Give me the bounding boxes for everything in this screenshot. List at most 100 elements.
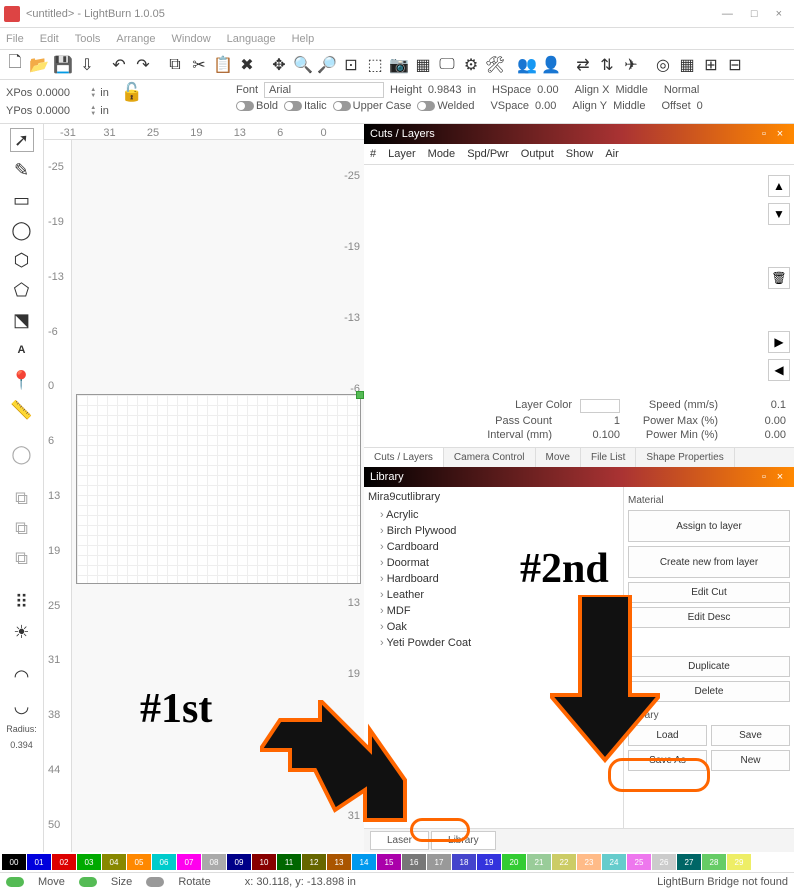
shape-tool-icon[interactable]: ⬔ bbox=[10, 308, 34, 332]
grid2-icon[interactable]: ⊞ bbox=[700, 54, 722, 76]
lib-close-icon[interactable]: × bbox=[772, 471, 788, 483]
color-swatch[interactable]: 05 bbox=[127, 854, 151, 870]
arc1-icon[interactable]: ◠ bbox=[10, 664, 34, 688]
color-swatch[interactable]: 11 bbox=[277, 854, 301, 870]
panel-undock-icon[interactable]: ▫ bbox=[756, 128, 772, 140]
layer-right-button[interactable]: ▶ bbox=[768, 331, 790, 353]
new-icon[interactable]: 🗋 bbox=[4, 54, 26, 76]
new-button[interactable]: New bbox=[711, 750, 790, 771]
cut-icon[interactable]: ✂ bbox=[188, 54, 210, 76]
color-swatch[interactable]: 13 bbox=[327, 854, 351, 870]
mirror-v-icon[interactable]: ⇅ bbox=[596, 54, 618, 76]
menu-arrange[interactable]: Arrange bbox=[116, 33, 155, 45]
xpos-value[interactable]: 0.0000 bbox=[36, 87, 86, 99]
save-icon[interactable]: 💾 bbox=[52, 54, 74, 76]
ypos-spinner[interactable]: ▲▼ bbox=[90, 105, 96, 117]
work-area[interactable] bbox=[76, 394, 361, 584]
weld2-icon[interactable]: ⧉ bbox=[10, 516, 34, 540]
rotate-toggle[interactable] bbox=[146, 877, 164, 887]
library-item[interactable]: Birch Plywood bbox=[368, 523, 619, 539]
color-swatch[interactable]: 21 bbox=[527, 854, 551, 870]
color-swatch[interactable]: 20 bbox=[502, 854, 526, 870]
color-swatch[interactable]: 04 bbox=[102, 854, 126, 870]
load-button[interactable]: Load bbox=[628, 725, 707, 746]
tab-move[interactable]: Move bbox=[536, 448, 581, 467]
tab-camera-control[interactable]: Camera Control bbox=[444, 448, 536, 467]
menu-tools[interactable]: Tools bbox=[75, 33, 101, 45]
zoom-in-icon[interactable]: 🔍 bbox=[292, 54, 314, 76]
offset-tool-icon[interactable]: ◯ bbox=[10, 442, 34, 466]
layer-up-button[interactable]: ▲ bbox=[768, 175, 790, 197]
preview-icon[interactable]: ▦ bbox=[412, 54, 434, 76]
color-swatch[interactable]: 25 bbox=[627, 854, 651, 870]
tab-shape-properties[interactable]: Shape Properties bbox=[636, 448, 734, 467]
bold-toggle[interactable]: Bold bbox=[236, 100, 278, 112]
tab-cuts-layers[interactable]: Cuts / Layers bbox=[364, 448, 444, 467]
color-swatch[interactable]: 23 bbox=[577, 854, 601, 870]
radius-value[interactable]: 0.394 bbox=[10, 740, 33, 750]
color-swatch[interactable]: 22 bbox=[552, 854, 576, 870]
polygon-tool-icon[interactable]: ⬡ bbox=[10, 248, 34, 272]
bottom-tab-library[interactable]: Library bbox=[431, 831, 496, 850]
color-swatch[interactable]: 02 bbox=[52, 854, 76, 870]
paste-icon[interactable]: 📋 bbox=[212, 54, 234, 76]
copy-icon[interactable]: ⧉ bbox=[164, 54, 186, 76]
redo-icon[interactable]: ↷ bbox=[132, 54, 154, 76]
menu-language[interactable]: Language bbox=[227, 33, 276, 45]
delete-icon[interactable]: ✖ bbox=[236, 54, 258, 76]
layer-color-swatch[interactable] bbox=[580, 399, 620, 413]
import-icon[interactable]: ⇩ bbox=[76, 54, 98, 76]
maximize-button[interactable]: □ bbox=[751, 8, 758, 20]
save-button[interactable]: Save bbox=[711, 725, 790, 746]
array-icon[interactable]: ⠿ bbox=[10, 590, 34, 614]
font-select[interactable]: Arial bbox=[264, 82, 384, 98]
menu-window[interactable]: Window bbox=[172, 33, 211, 45]
library-item[interactable]: Oak bbox=[368, 619, 619, 635]
color-swatch[interactable]: 08 bbox=[202, 854, 226, 870]
bottom-tab-laser[interactable]: Laser bbox=[370, 831, 429, 850]
upper-toggle[interactable]: Upper Case bbox=[333, 100, 412, 112]
assign-layer-button[interactable]: Assign to layer bbox=[628, 510, 790, 542]
select-tool-icon[interactable]: ➚ bbox=[10, 128, 34, 152]
color-swatch[interactable]: 06 bbox=[152, 854, 176, 870]
rect-tool-icon[interactable]: ▭ bbox=[10, 188, 34, 212]
ellipse-tool-icon[interactable]: ◯ bbox=[10, 218, 34, 242]
close-button[interactable]: × bbox=[776, 8, 782, 20]
color-swatch[interactable]: 27 bbox=[677, 854, 701, 870]
pin-tool-icon[interactable]: 📍 bbox=[10, 368, 34, 392]
size-toggle[interactable] bbox=[79, 877, 97, 887]
color-swatch[interactable]: 12 bbox=[302, 854, 326, 870]
color-swatch[interactable]: 03 bbox=[77, 854, 101, 870]
library-item[interactable]: MDF bbox=[368, 603, 619, 619]
xpos-spinner[interactable]: ▲▼ bbox=[90, 87, 96, 99]
send-icon[interactable]: ✈ bbox=[620, 54, 642, 76]
library-item[interactable]: Acrylic bbox=[368, 507, 619, 523]
duplicate-button[interactable]: Duplicate bbox=[628, 656, 790, 677]
menu-edit[interactable]: Edit bbox=[40, 33, 59, 45]
layer-down-button[interactable]: ▼ bbox=[768, 203, 790, 225]
save-as-button[interactable]: Save As bbox=[628, 750, 707, 771]
edit-cut-button[interactable]: Edit Cut bbox=[628, 582, 790, 603]
height-value[interactable]: 0.9843 bbox=[428, 84, 462, 96]
welded-toggle[interactable]: Welded bbox=[417, 100, 474, 112]
zoom-fit-icon[interactable]: ⊡ bbox=[340, 54, 362, 76]
group-icon[interactable]: 👥 bbox=[516, 54, 538, 76]
menu-help[interactable]: Help bbox=[292, 33, 315, 45]
text-tool-icon[interactable]: A bbox=[10, 338, 34, 362]
color-swatch[interactable]: 29 bbox=[727, 854, 751, 870]
color-swatch[interactable]: 01 bbox=[27, 854, 51, 870]
ypos-value[interactable]: 0.0000 bbox=[36, 105, 86, 117]
color-swatch[interactable]: 28 bbox=[702, 854, 726, 870]
color-swatch[interactable]: 26 bbox=[652, 854, 676, 870]
color-swatch[interactable]: 17 bbox=[427, 854, 451, 870]
canvas[interactable]: -313125191360 -25-19-13-6061319253138445… bbox=[44, 124, 364, 852]
weld3-icon[interactable]: ⧉ bbox=[10, 546, 34, 570]
tab-file-list[interactable]: File List bbox=[581, 448, 636, 467]
lock-icon[interactable]: 🔓 bbox=[121, 82, 143, 103]
frame-icon[interactable]: ⬚ bbox=[364, 54, 386, 76]
library-item[interactable]: Leather bbox=[368, 587, 619, 603]
pan-icon[interactable]: ✥ bbox=[268, 54, 290, 76]
measure-tool-icon[interactable]: 📏 bbox=[10, 398, 34, 422]
library-item[interactable]: Cardboard bbox=[368, 539, 619, 555]
color-swatch[interactable]: 00 bbox=[2, 854, 26, 870]
